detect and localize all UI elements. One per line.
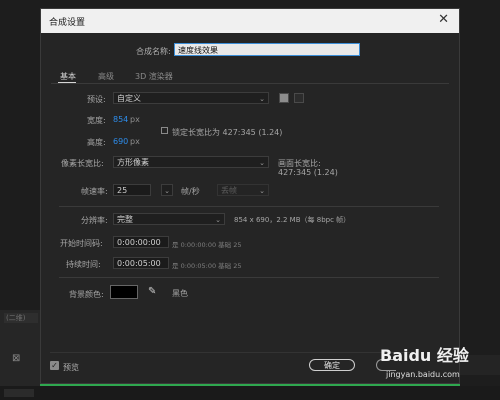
dialog-titlebar: 合成设置 ✕ xyxy=(41,9,459,33)
height-unit: px xyxy=(130,137,140,146)
pixel-aspect-dropdown[interactable]: 方形像素 ⌄ xyxy=(113,156,269,168)
composition-name-input[interactable]: 速度线效果 xyxy=(174,43,360,56)
dialog-title: 合成设置 xyxy=(49,18,86,28)
timeline-toggle-icon[interactable]: ⊠ xyxy=(12,354,24,364)
chevron-down-icon: ⌄ xyxy=(259,187,265,195)
start-timecode-label: 开始时间码: xyxy=(60,239,103,248)
preset-value: 自定义 xyxy=(117,94,141,103)
preset-label: 预设: xyxy=(87,95,106,104)
preset-dropdown[interactable]: 自定义 ⌄ xyxy=(113,92,269,104)
width-unit: px xyxy=(130,115,140,124)
watermark-url: jingyan.baidu.com xyxy=(386,370,460,379)
width-label: 宽度: xyxy=(87,116,106,125)
tab-panel-divider xyxy=(51,83,449,84)
frame-rate-unit: 帧/秒 xyxy=(181,187,200,196)
delete-preset-icon[interactable] xyxy=(294,93,304,103)
lock-aspect-checkbox[interactable] xyxy=(161,127,168,134)
chevron-down-icon: ⌄ xyxy=(259,95,265,103)
close-icon[interactable]: ✕ xyxy=(438,13,449,27)
pixel-aspect-label: 像素长宽比: xyxy=(61,159,104,168)
resolution-value: 完整 xyxy=(117,215,133,224)
frame-rate-presets-dropdown[interactable]: ⌄ xyxy=(161,184,173,196)
start-timecode-input[interactable]: 0:00:00:00 xyxy=(113,236,169,248)
duration-label: 持续时间: xyxy=(66,260,101,269)
background-bottom-tab xyxy=(4,389,34,397)
bg-color-label: 背景颜色: xyxy=(69,290,104,299)
frame-rate-label: 帧速率: xyxy=(81,187,108,196)
tab-3d-renderer[interactable]: 3D 渲染器 xyxy=(135,71,173,82)
bg-color-name: 黑色 xyxy=(172,289,188,298)
save-preset-icon[interactable] xyxy=(279,93,289,103)
tab-basic[interactable]: 基本 xyxy=(60,71,76,82)
height-label: 高度: xyxy=(87,138,106,147)
chevron-down-icon: ⌄ xyxy=(164,187,170,195)
chevron-down-icon: ⌄ xyxy=(215,216,221,224)
tab-advanced[interactable]: 高级 xyxy=(98,71,114,82)
resolution-info: 854 x 690，2.2 MB（每 8bpc 帧） xyxy=(234,216,351,224)
frame-rate-input[interactable]: 25 xyxy=(113,184,151,196)
ok-button[interactable]: 确定 xyxy=(309,359,355,371)
drop-frame-dropdown: 丢帧 ⌄ xyxy=(217,184,269,196)
watermark-text: Baidu 经验 xyxy=(380,346,469,365)
watermark: Baidu 经验 jingyan.baidu.com xyxy=(380,340,498,390)
eyedropper-icon[interactable]: ✎ xyxy=(148,286,156,298)
pixel-aspect-value: 方形像素 xyxy=(117,158,149,167)
frame-aspect-value: 427:345 (1.24) xyxy=(278,168,338,177)
drop-frame-value: 丢帧 xyxy=(221,186,237,195)
section-divider xyxy=(59,206,439,207)
start-timecode-info: 是 0:00:00:00 基础 25 xyxy=(172,241,242,249)
lock-aspect-label: 锁定长宽比为 427:345 (1.24) xyxy=(172,128,283,137)
background-panel-tab[interactable]: (二维) xyxy=(4,313,38,323)
duration-info: 是 0:00:05:00 基础 25 xyxy=(172,262,242,270)
chevron-down-icon: ⌄ xyxy=(259,159,265,167)
height-value[interactable]: 690 xyxy=(113,137,128,146)
preview-label: 预览 xyxy=(63,363,79,372)
composition-settings-dialog: 合成设置 ✕ 合成名称: 速度线效果 基本 高级 3D 渲染器 预设: 自定义 … xyxy=(40,8,460,384)
footer-divider xyxy=(50,352,410,353)
width-value[interactable]: 854 xyxy=(113,115,128,124)
composition-name-label: 合成名称: xyxy=(136,47,171,56)
bg-color-swatch[interactable] xyxy=(110,285,138,299)
resolution-label: 分辨率: xyxy=(81,216,108,225)
section-divider xyxy=(59,277,439,278)
resolution-dropdown[interactable]: 完整 ⌄ xyxy=(113,213,225,225)
duration-input[interactable]: 0:00:05:00 xyxy=(113,257,169,269)
preview-checkbox[interactable]: ✓ xyxy=(50,361,59,370)
